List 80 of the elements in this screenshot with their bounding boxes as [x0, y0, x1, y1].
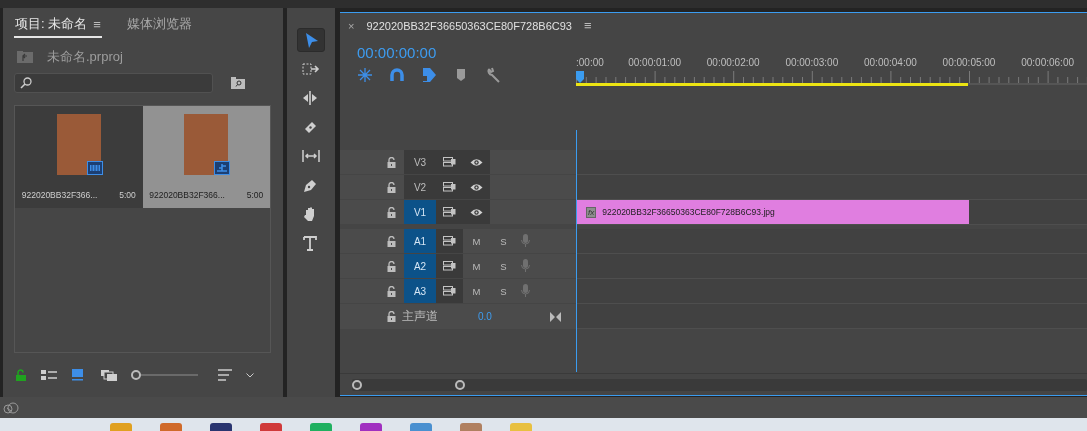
- close-button[interactable]: ×: [348, 19, 355, 32]
- eye-icon[interactable]: [470, 207, 483, 217]
- track-target-button[interactable]: A2: [404, 254, 436, 278]
- project-item[interactable]: 922020BB32F366... 5:00: [15, 106, 143, 208]
- track-target-button[interactable]: V2: [404, 175, 436, 199]
- mute-button[interactable]: M: [463, 254, 490, 278]
- zoom-slider[interactable]: [131, 370, 198, 380]
- linked-selection-icon[interactable]: [421, 67, 437, 83]
- mute-button[interactable]: M: [463, 229, 490, 253]
- sync-lock-icon[interactable]: [443, 236, 456, 246]
- sync-lock-icon[interactable]: [443, 286, 456, 296]
- item-duration: 5:00: [119, 190, 136, 200]
- ruler-timecode: 00:00:03:00: [785, 57, 839, 68]
- ruler-timecode: 00:00:04:00: [864, 57, 917, 68]
- new-search-bin-icon[interactable]: [231, 77, 245, 89]
- ruler-timecode: 00:00:01:00: [628, 57, 681, 68]
- ruler-timecode: :00:00: [576, 57, 604, 68]
- search-icon: [20, 77, 32, 89]
- film-strip-icon: [86, 161, 103, 175]
- fx-badge: fx: [586, 206, 597, 218]
- item-name: 922020BB32F366...: [149, 190, 225, 200]
- lock-icon[interactable]: [387, 156, 396, 168]
- sync-lock-icon[interactable]: [443, 182, 456, 192]
- sequence-icon: [214, 161, 231, 175]
- lock-icon[interactable]: [387, 181, 396, 193]
- track-select-tool-icon[interactable]: [302, 61, 320, 77]
- panel-menu-icon[interactable]: ≡: [583, 18, 592, 33]
- chevron-down-icon[interactable]: [246, 372, 254, 378]
- solo-button[interactable]: S: [490, 254, 517, 278]
- lock-icon[interactable]: [16, 369, 27, 381]
- track-target-button[interactable]: A3: [404, 279, 436, 303]
- playhead-timecode[interactable]: 00:00:00:00: [357, 44, 576, 61]
- list-view-icon[interactable]: [41, 369, 57, 381]
- track-target-button[interactable]: V1: [404, 200, 436, 224]
- slip-tool-icon[interactable]: [302, 148, 320, 164]
- master-volume-value[interactable]: 0.0: [478, 311, 550, 322]
- track-target-button[interactable]: A1: [404, 229, 436, 253]
- mute-button[interactable]: M: [463, 279, 490, 303]
- snap-magnet-icon[interactable]: [389, 67, 405, 83]
- panel-menu-icon[interactable]: ≡: [93, 16, 101, 32]
- eye-icon[interactable]: [470, 182, 483, 192]
- cloud-icon[interactable]: [3, 401, 19, 414]
- playhead-handle[interactable]: [576, 71, 584, 83]
- sort-icon[interactable]: [218, 369, 232, 381]
- solo-button[interactable]: S: [490, 229, 517, 253]
- sequence-tab-title[interactable]: 922020BB32F36650363CE80F728B6C93: [366, 19, 572, 32]
- panel-tab[interactable]: 媒体浏览器: [125, 15, 193, 38]
- item-name: 922020BB32F366...: [21, 190, 98, 200]
- sync-lock-icon[interactable]: [443, 157, 456, 167]
- ruler-timecode: 00:00:06:00: [1021, 57, 1074, 68]
- nest-icon[interactable]: [357, 67, 373, 83]
- horizontal-scrollbar[interactable]: [352, 378, 1087, 391]
- type-tool-icon[interactable]: [302, 235, 320, 251]
- sync-lock-icon[interactable]: [443, 261, 456, 271]
- panel-tab[interactable]: 项目: 未命名 ≡: [14, 15, 102, 38]
- search-field[interactable]: [14, 73, 213, 93]
- scroll-handle[interactable]: [455, 379, 465, 390]
- time-ruler[interactable]: :00:00 00:00:01:00 00:00:02:00 00:00:03:00 00:00:04:00 00:00:05:00 00:00:06:00: [576, 52, 1087, 102]
- lock-icon[interactable]: [387, 311, 396, 322]
- freeform-view-icon[interactable]: [101, 369, 117, 381]
- item-duration: 5:00: [246, 190, 264, 200]
- project-item[interactable]: 922020BB32F366... 5:00: [142, 106, 270, 208]
- lock-icon[interactable]: [387, 235, 396, 247]
- bowtie-icon[interactable]: [550, 311, 561, 322]
- clip-name: 922020BB32F36650363CE80F728B6C93.jpg: [602, 207, 775, 217]
- track-target-button[interactable]: V3: [404, 150, 436, 174]
- master-track-name: 主声道: [402, 308, 439, 325]
- sync-lock-icon[interactable]: [443, 207, 456, 217]
- ruler-timecode: 00:00:02:00: [706, 57, 760, 68]
- ruler-timecode: 00:00:05:00: [942, 57, 996, 68]
- lock-icon[interactable]: [387, 260, 396, 272]
- lock-icon[interactable]: [387, 285, 396, 297]
- taskbar-icon[interactable]: [210, 423, 232, 431]
- project-file-name: 未命名.prproj: [47, 48, 123, 66]
- wrench-icon[interactable]: [485, 67, 501, 83]
- solo-button[interactable]: S: [490, 279, 517, 303]
- scroll-handle[interactable]: [352, 379, 362, 390]
- eye-icon[interactable]: [470, 157, 483, 167]
- lock-icon[interactable]: [387, 206, 396, 218]
- timeline-clip[interactable]: fx 922020BB32F36650363CE80F728B6C93.jpg: [576, 200, 969, 224]
